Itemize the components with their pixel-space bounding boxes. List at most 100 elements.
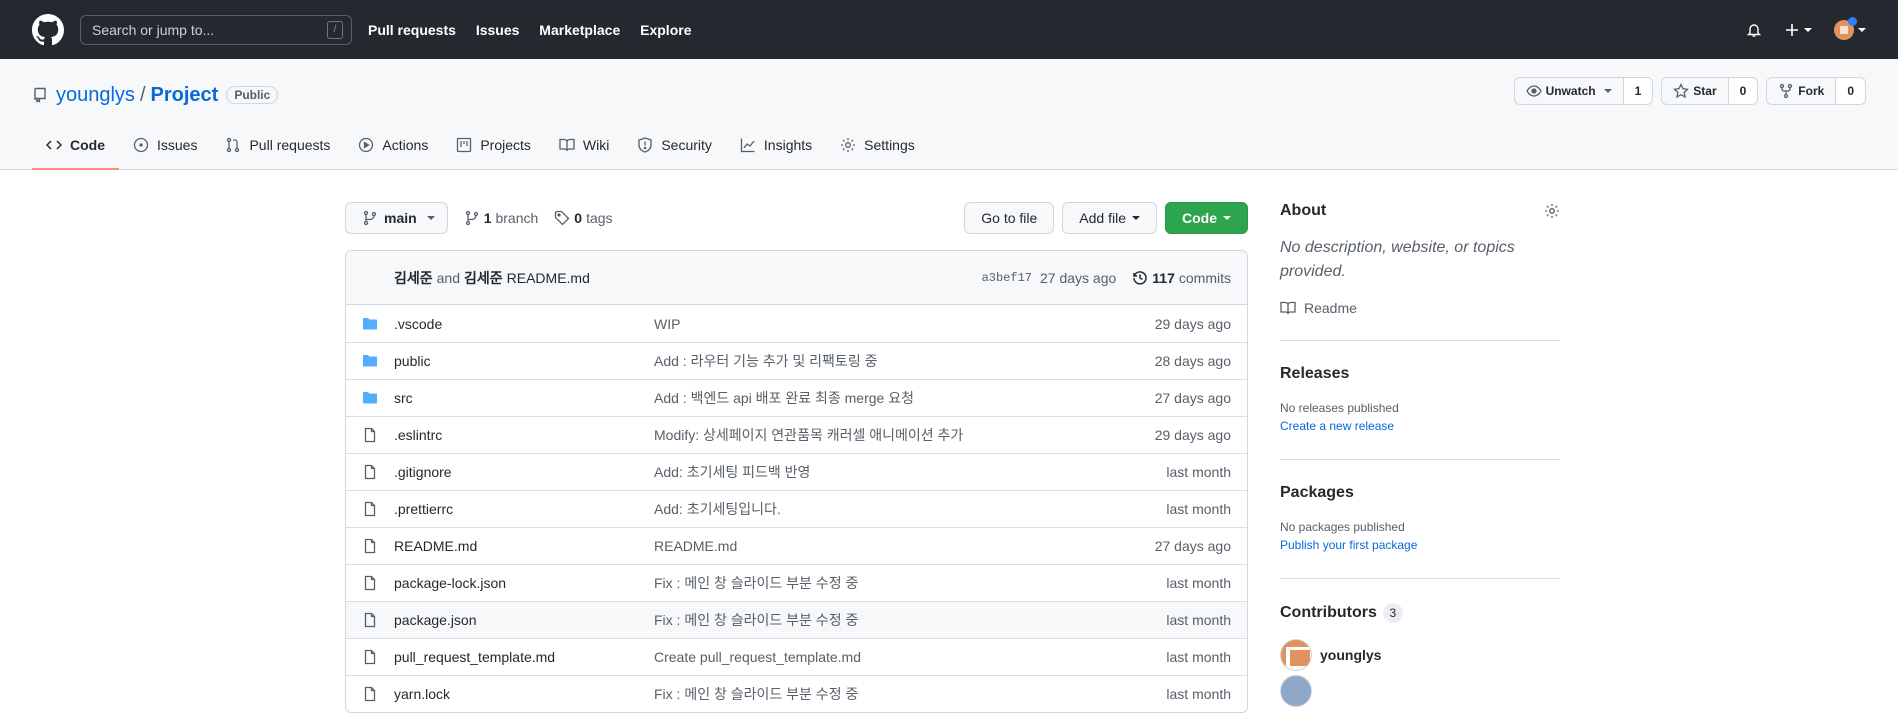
file-name-link[interactable]: README.md bbox=[394, 538, 654, 554]
code-button[interactable]: Code bbox=[1165, 202, 1248, 234]
file-commit-message-link[interactable]: Add : 백엔드 api 배포 완료 최종 merge 요청 bbox=[654, 388, 1111, 408]
star-button[interactable]: Star bbox=[1662, 78, 1729, 104]
tab-label: Security bbox=[661, 137, 712, 153]
file-row[interactable]: README.md README.md 27 days ago bbox=[346, 527, 1247, 564]
add-file-label: Add file bbox=[1079, 210, 1126, 226]
watch-count[interactable]: 1 bbox=[1623, 78, 1653, 104]
branch-count: 1 bbox=[483, 210, 492, 226]
file-commit-message-link[interactable]: WIP bbox=[654, 316, 1111, 332]
create-new-menu[interactable] bbox=[1784, 22, 1812, 38]
file-row[interactable]: package.json Fix : 메인 창 슬라이드 부분 수정 중 last … bbox=[346, 601, 1247, 638]
nav-pull-requests[interactable]: Pull requests bbox=[368, 22, 456, 38]
search-input[interactable]: Search or jump to... / bbox=[80, 14, 352, 45]
tab-wiki[interactable]: Wiki bbox=[545, 122, 623, 170]
create-release-link[interactable]: Create a new release bbox=[1280, 417, 1560, 435]
file-name-link[interactable]: pull_request_template.md bbox=[394, 649, 654, 665]
commit-author[interactable]: 김세준 bbox=[394, 268, 433, 288]
tab-projects[interactable]: Projects bbox=[442, 122, 545, 170]
file-name-link[interactable]: .vscode bbox=[394, 316, 654, 332]
fork-button[interactable]: Fork bbox=[1767, 78, 1837, 104]
repo-actions: Unwatch 1 Star 0 Fork 0 bbox=[1513, 77, 1866, 105]
file-commit-message-link[interactable]: Modify: 상세페이지 연관품목 캐러셀 애니메이션 추가 bbox=[654, 425, 1111, 445]
branch-select-button[interactable]: main bbox=[345, 202, 448, 234]
file-name-link[interactable]: .prettierrc bbox=[394, 501, 654, 517]
file-commit-message-link[interactable]: Add: 초기세팅입니다. bbox=[654, 499, 1111, 519]
file-commit-message-link[interactable]: README.md bbox=[654, 538, 1111, 554]
tab-code[interactable]: Code bbox=[32, 122, 119, 170]
gear-icon[interactable] bbox=[1544, 203, 1560, 219]
add-file-button[interactable]: Add file bbox=[1062, 202, 1157, 234]
git-pull-request-icon bbox=[225, 137, 241, 153]
nav-issues[interactable]: Issues bbox=[476, 22, 520, 38]
bell-icon[interactable] bbox=[1746, 22, 1762, 38]
nav-explore[interactable]: Explore bbox=[640, 22, 691, 38]
file-name-link[interactable]: package-lock.json bbox=[394, 575, 654, 591]
contributor[interactable]: younglys bbox=[1280, 639, 1560, 671]
file-commit-message-link[interactable]: Add: 초기세팅 피드백 반영 bbox=[654, 462, 1111, 482]
file-name-link[interactable]: package.json bbox=[394, 612, 654, 628]
file-icon bbox=[362, 649, 378, 665]
tab-insights[interactable]: Insights bbox=[726, 122, 826, 170]
readme-link[interactable]: Readme bbox=[1280, 300, 1560, 316]
branches-link[interactable]: 1 branch bbox=[464, 210, 538, 226]
unwatch-button[interactable]: Unwatch bbox=[1515, 78, 1624, 104]
nav-marketplace[interactable]: Marketplace bbox=[539, 22, 620, 38]
caret-down-icon bbox=[1858, 27, 1866, 32]
file-name-link[interactable]: .gitignore bbox=[394, 464, 654, 480]
graph-icon bbox=[740, 137, 756, 153]
file-name-link[interactable]: .eslintrc bbox=[394, 427, 654, 443]
file-commit-message-link[interactable]: Create pull_request_template.md bbox=[654, 649, 1111, 665]
publish-package-link[interactable]: Publish your first package bbox=[1280, 536, 1560, 554]
star-count[interactable]: 0 bbox=[1728, 78, 1758, 104]
star-label: Star bbox=[1693, 84, 1717, 98]
releases-title[interactable]: Releases bbox=[1280, 365, 1560, 383]
commit-count-label: commits bbox=[1178, 269, 1231, 286]
file-row[interactable]: .eslintrc Modify: 상세페이지 연관품목 캐러셀 애니메이션 추가… bbox=[346, 416, 1247, 453]
fork-count[interactable]: 0 bbox=[1836, 78, 1865, 104]
file-row[interactable]: .prettierrc Add: 초기세팅입니다. last month bbox=[346, 490, 1247, 527]
file-row[interactable]: src Add : 백엔드 api 배포 완료 최종 merge 요청 27 day… bbox=[346, 379, 1247, 416]
file-commit-message-link[interactable]: Add : 라우터 기능 추가 및 리팩토링 중 bbox=[654, 351, 1111, 371]
repo-owner-link[interactable]: younglys bbox=[56, 84, 135, 107]
file-row[interactable]: .vscode WIP 29 days ago bbox=[346, 305, 1247, 342]
contributors-heading[interactable]: Contributors 3 bbox=[1280, 603, 1560, 623]
file-commit-message-link[interactable]: Fix : 메인 창 슬라이드 부분 수정 중 bbox=[654, 610, 1111, 630]
tag-label: tags bbox=[586, 210, 613, 226]
file-commit-message-link[interactable]: Fix : 메인 창 슬라이드 부분 수정 중 bbox=[654, 684, 1111, 704]
tab-security[interactable]: Security bbox=[623, 122, 726, 170]
tab-actions[interactable]: Actions bbox=[344, 122, 442, 170]
tab-label: Projects bbox=[480, 137, 531, 153]
file-list: .vscode WIP 29 days ago public Add : 라우터 기능 … bbox=[346, 305, 1247, 712]
tab-settings[interactable]: Settings bbox=[826, 122, 929, 170]
user-menu[interactable] bbox=[1834, 16, 1866, 40]
packages-title[interactable]: Packages bbox=[1280, 484, 1560, 502]
file-row[interactable]: pull_request_template.md Create pull_requ… bbox=[346, 638, 1247, 675]
file-name-link[interactable]: src bbox=[394, 390, 654, 406]
tab-issues[interactable]: Issues bbox=[119, 122, 211, 170]
watch-button-group: Unwatch 1 bbox=[1513, 77, 1654, 105]
file-name-link[interactable]: public bbox=[394, 353, 654, 369]
search-shortcut-key: / bbox=[327, 20, 343, 39]
file-commit-age: 29 days ago bbox=[1154, 427, 1231, 443]
tab-pull-requests[interactable]: Pull requests bbox=[211, 122, 344, 170]
commit-history-link[interactable]: 117 commits bbox=[1132, 270, 1231, 286]
file-row[interactable]: public Add : 라우터 기능 추가 및 리팩토링 중 28 days ag… bbox=[346, 342, 1247, 379]
file-row[interactable]: .gitignore Add: 초기세팅 피드백 반영 last month bbox=[346, 453, 1247, 490]
go-to-file-button[interactable]: Go to file bbox=[964, 202, 1055, 234]
github-logo-icon[interactable] bbox=[32, 13, 64, 46]
commit-coauthor[interactable]: 김세준 bbox=[464, 268, 503, 288]
history-icon bbox=[1132, 270, 1148, 286]
commit-message[interactable]: README.md bbox=[507, 270, 590, 286]
project-icon bbox=[456, 137, 472, 153]
file-row[interactable]: package-lock.json Fix : 메인 창 슬라이드 부분 수정 중… bbox=[346, 564, 1247, 601]
tags-link[interactable]: 0 tags bbox=[554, 210, 613, 226]
file-commit-age: last month bbox=[1166, 686, 1231, 702]
repo-name-link[interactable]: Project bbox=[151, 84, 219, 107]
file-commit-age: 27 days ago bbox=[1154, 390, 1231, 406]
contributor[interactable] bbox=[1280, 675, 1560, 707]
packages-section: Packages No packages published Publish y… bbox=[1280, 484, 1560, 579]
file-name-link[interactable]: yarn.lock bbox=[394, 686, 654, 702]
commit-sha[interactable]: a3bef17 bbox=[982, 271, 1032, 285]
file-row[interactable]: yarn.lock Fix : 메인 창 슬라이드 부분 수정 중 last mon… bbox=[346, 675, 1247, 712]
file-commit-message-link[interactable]: Fix : 메인 창 슬라이드 부분 수정 중 bbox=[654, 573, 1111, 593]
